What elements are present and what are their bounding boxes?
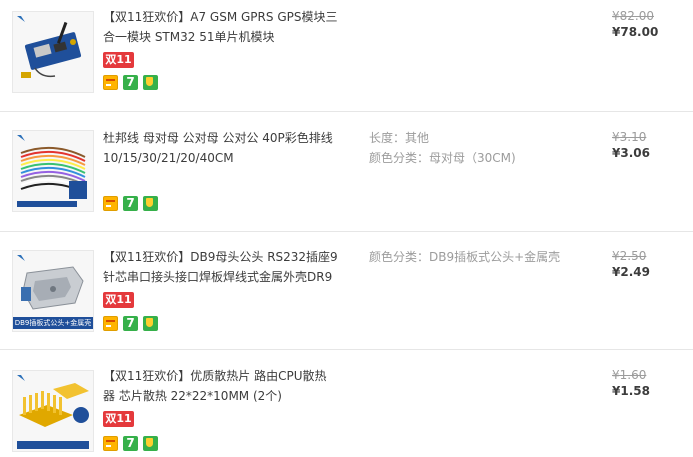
card-icon[interactable] <box>103 316 118 331</box>
actual-price: ¥3.06 <box>612 146 650 160</box>
price-block: ¥3.10 ¥3.06 <box>612 129 682 161</box>
double11-promo-badge: 双11 <box>103 411 134 427</box>
original-price: ¥3.10 <box>612 130 647 144</box>
card-icon[interactable] <box>103 436 118 451</box>
seven-day-icon[interactable]: 7 <box>123 436 138 451</box>
price-block: ¥82.00 ¥78.00 <box>612 8 682 40</box>
product-title-link[interactable]: 【双11狂欢价】优质散热片 路由CPU散热器 芯片散热 22*22*10MM (… <box>103 366 338 406</box>
price-block: ¥2.50 ¥2.49 <box>612 248 682 280</box>
double11-promo-badge: 双11 <box>103 52 134 68</box>
original-price: ¥1.60 <box>612 368 647 382</box>
sku-line: 长度：其他 <box>369 128 584 148</box>
product-title-link[interactable]: 杜邦线 母对母 公对母 公对公 40P彩色排线 10/15/30/21/20/4… <box>103 128 338 168</box>
original-price: ¥2.50 <box>612 249 647 263</box>
order-item-list: 【双11狂欢价】A7 GSM GPRS GPS模块三合一模块 STM32 51单… <box>0 0 693 457</box>
service-badges: 7 <box>103 436 163 452</box>
seven-day-icon[interactable]: 7 <box>123 316 138 331</box>
sku-value: 母对母（30CM) <box>429 151 516 165</box>
heatsink-image <box>13 371 93 451</box>
seven-day-icon[interactable]: 7 <box>123 75 138 90</box>
service-badges: 7 <box>103 196 163 212</box>
dupont-wire-image <box>13 131 93 211</box>
sku-value: 其他 <box>405 131 430 145</box>
shield-icon[interactable] <box>143 316 158 331</box>
sku-value: DB9插板式公头+金属壳 <box>429 250 561 264</box>
actual-price: ¥2.49 <box>612 265 650 279</box>
sku-label: 颜色分类： <box>369 250 430 264</box>
product-title-link[interactable]: 【双11狂欢价】A7 GSM GPRS GPS模块三合一模块 STM32 51单… <box>103 7 338 47</box>
gsm-module-image <box>13 12 93 92</box>
service-badges: 7 <box>103 316 163 332</box>
list-item: 【双11狂欢价】A7 GSM GPRS GPS模块三合一模块 STM32 51单… <box>0 0 693 118</box>
card-icon[interactable] <box>103 196 118 211</box>
list-item: DB9插板式公头+金属壳 【双11狂欢价】DB9母头公头 RS232插座9针芯串… <box>0 232 693 350</box>
double11-promo-badge: 双11 <box>103 292 134 308</box>
product-thumbnail[interactable]: DB9插板式公头+金属壳 <box>12 250 94 332</box>
sku-line: 颜色分类：DB9插板式公头+金属壳 <box>369 247 584 267</box>
sku-label: 颜色分类： <box>369 151 430 165</box>
sku-info: 长度：其他 颜色分类：母对母（30CM) <box>369 128 584 168</box>
card-icon[interactable] <box>103 75 118 90</box>
shield-icon[interactable] <box>143 436 158 451</box>
service-badges: 7 <box>103 75 163 91</box>
sku-line: 颜色分类：母对母（30CM) <box>369 148 584 168</box>
shield-icon[interactable] <box>143 196 158 211</box>
sku-label: 长度： <box>369 131 406 145</box>
product-thumbnail[interactable] <box>12 130 94 212</box>
seven-day-icon[interactable]: 7 <box>123 196 138 211</box>
shield-icon[interactable] <box>143 75 158 90</box>
sku-info: 颜色分类：DB9插板式公头+金属壳 <box>369 247 584 267</box>
original-price: ¥82.00 <box>612 9 654 23</box>
list-item: 杜邦线 母对母 公对母 公对公 40P彩色排线 10/15/30/21/20/4… <box>0 112 693 230</box>
actual-price: ¥1.58 <box>612 384 650 398</box>
product-thumbnail[interactable] <box>12 11 94 93</box>
actual-price: ¥78.00 <box>612 25 659 39</box>
thumbnail-caption: DB9插板式公头+金属壳 <box>13 317 93 329</box>
list-item: 【双11狂欢价】优质散热片 路由CPU散热器 芯片散热 22*22*10MM (… <box>0 350 693 457</box>
price-block: ¥1.60 ¥1.58 <box>612 367 682 399</box>
product-thumbnail[interactable] <box>12 370 94 452</box>
product-title-link[interactable]: 【双11狂欢价】DB9母头公头 RS232插座9针芯串口接头接口焊板焊线式金属外… <box>103 247 338 287</box>
